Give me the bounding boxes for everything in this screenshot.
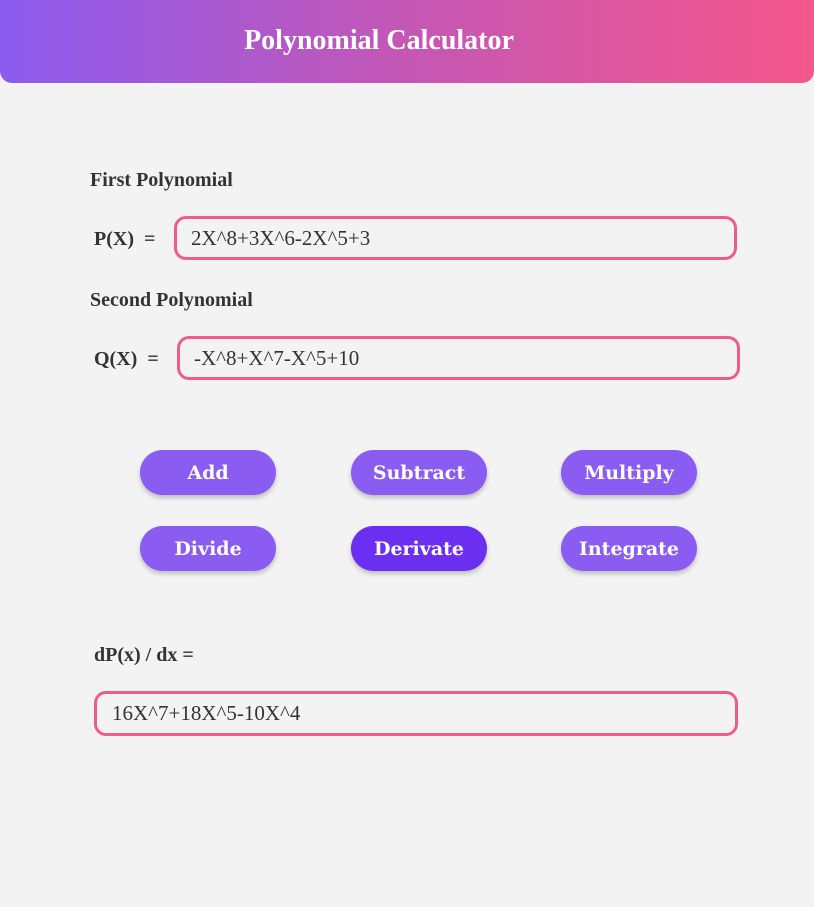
divide-button[interactable]: Divide: [140, 526, 276, 571]
subtract-button[interactable]: Subtract: [351, 450, 487, 495]
second-polynomial-input[interactable]: [177, 336, 740, 380]
first-polynomial-label: First Polynomial: [90, 169, 233, 191]
add-button[interactable]: Add: [140, 450, 276, 495]
second-polynomial-label: Second Polynomial: [90, 289, 253, 311]
multiply-button[interactable]: Multiply: [561, 450, 697, 495]
q-of-x-label: Q(X) =: [94, 348, 159, 370]
derivate-button[interactable]: Derivate: [351, 526, 487, 571]
first-polynomial-input[interactable]: [174, 216, 737, 260]
integrate-button[interactable]: Integrate: [561, 526, 697, 571]
p-of-x-label: P(X) =: [94, 228, 156, 250]
result-label: dP(x) / dx =: [94, 644, 194, 666]
page-title: Polynomial Calculator: [244, 25, 514, 56]
app-header: Polynomial Calculator: [0, 0, 814, 83]
result-output: 16X^7+18X^5-10X^4: [94, 691, 738, 736]
